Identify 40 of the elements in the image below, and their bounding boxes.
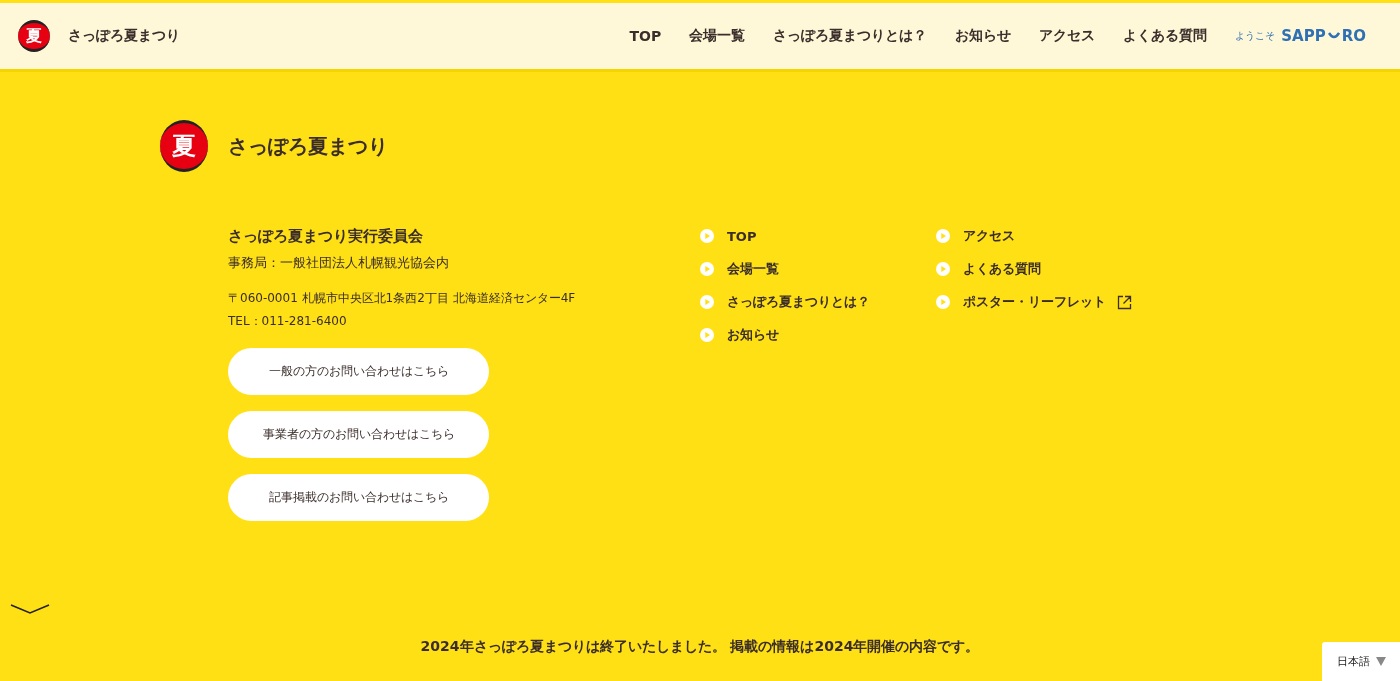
external-link-icon (1117, 294, 1132, 310)
footer-link[interactable]: お知らせ (727, 326, 779, 344)
footer-link[interactable]: よくある質問 (963, 260, 1041, 278)
play-circle-icon (700, 295, 714, 309)
phone-text: TEL：011-281-6400 (228, 313, 347, 330)
site-title[interactable]: さっぽろ夏まつり (68, 27, 180, 45)
organization-name: さっぽろ夏まつり実行委員会 (228, 227, 423, 246)
footer-site-title: さっぽろ夏まつり (228, 132, 388, 160)
lantern-logo-icon[interactable]: 夏 (18, 20, 50, 52)
nav-link[interactable]: お知らせ (955, 27, 1012, 45)
contact-button[interactable]: 記事掲載のお問い合わせはこちら (228, 474, 489, 521)
nav-link[interactable]: 会場一覧 (689, 27, 746, 45)
nav-link[interactable]: アクセス (1039, 27, 1096, 45)
partner-logo-greeting[interactable]: ようこそ (1235, 29, 1276, 43)
partner-logo-word[interactable]: RO (1341, 27, 1366, 45)
chevron-down-icon[interactable] (10, 603, 50, 615)
language-selector[interactable]: 日本語 (1322, 642, 1400, 681)
nav-link[interactable]: よくある質問 (1123, 27, 1208, 45)
footer-link[interactable]: ポスター・リーフレット (963, 293, 1106, 311)
address-text: 〒060-0001 札幌市中央区北1条西2丁目 北海道経済センター4F (228, 290, 576, 307)
smile-icon (1327, 31, 1340, 41)
footer-link[interactable]: さっぽろ夏まつりとは？ (727, 293, 870, 311)
contact-button[interactable]: 一般の方のお問い合わせはこちら (228, 348, 489, 395)
play-circle-icon (936, 229, 950, 243)
partner-logo-word[interactable]: SAPP (1281, 27, 1326, 45)
office-text: 事務局：一般社団法人札幌観光協会内 (228, 254, 449, 272)
nav-link[interactable]: さっぽろ夏まつりとは？ (773, 27, 928, 45)
lantern-logo-icon: 夏 (160, 120, 208, 172)
nav-link[interactable]: TOP (629, 28, 662, 44)
caret-icon (1375, 657, 1386, 666)
notice-text: 2024年さっぽろ夏まつりは終了いたしました。 掲載の情報は2024年開催の内容です。 (419, 638, 981, 656)
footer-link[interactable]: 会場一覧 (727, 260, 779, 278)
play-circle-icon (936, 295, 950, 309)
play-circle-icon (700, 328, 714, 342)
play-circle-icon (936, 262, 950, 276)
footer-link[interactable]: TOP (727, 228, 757, 244)
play-circle-icon (700, 229, 714, 243)
contact-button[interactable]: 事業者の方のお問い合わせはこちら (228, 411, 489, 458)
play-circle-icon (700, 262, 714, 276)
footer-link[interactable]: アクセス (963, 227, 1015, 245)
